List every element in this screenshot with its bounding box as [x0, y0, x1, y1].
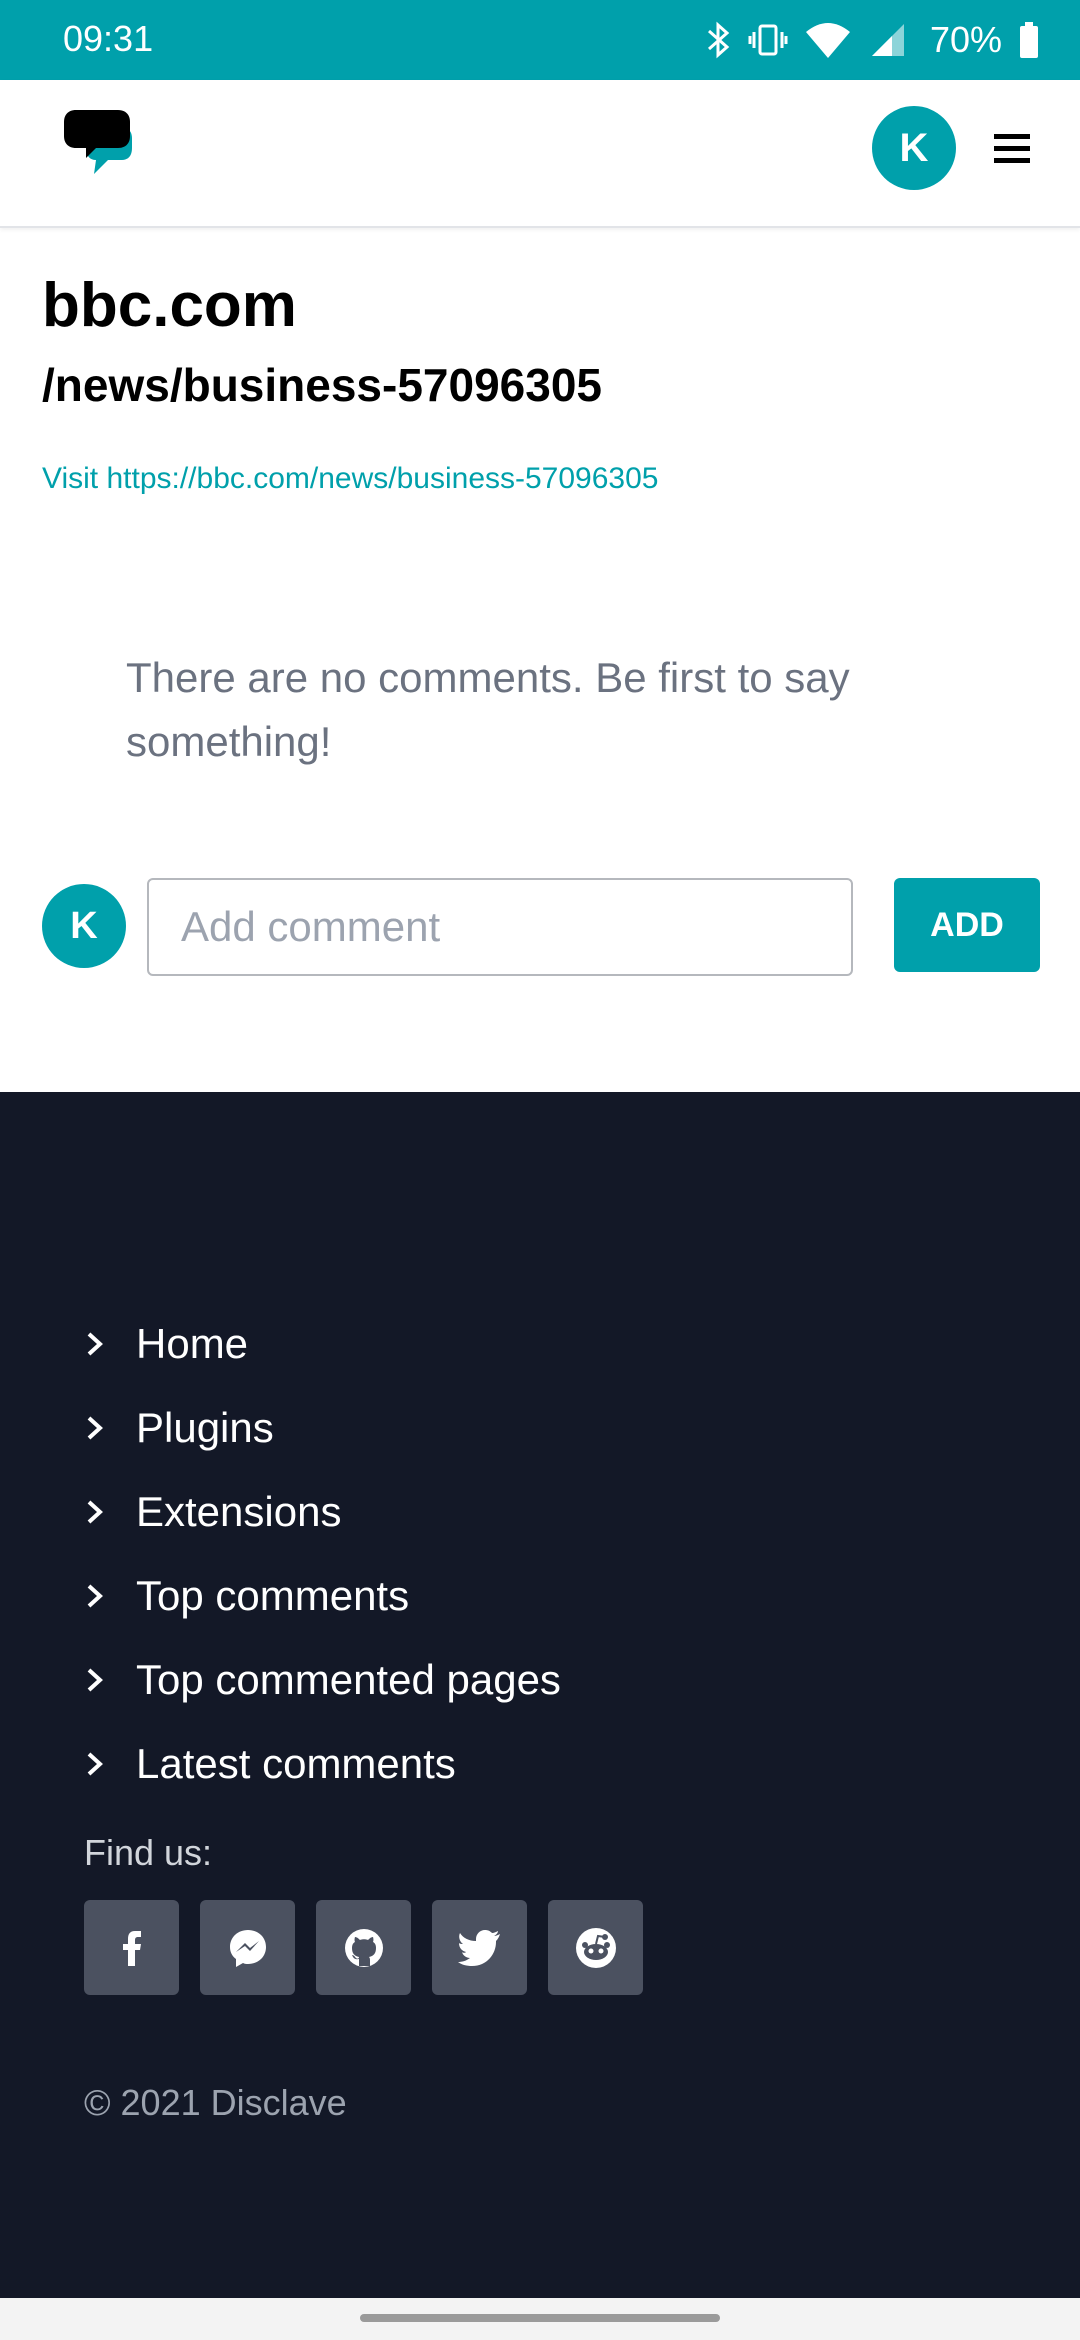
- footer-link-top-comments[interactable]: Top comments: [84, 1554, 561, 1638]
- reddit-button[interactable]: [548, 1900, 643, 1995]
- chevron-right-icon: [87, 1752, 103, 1776]
- wifi-icon: [805, 23, 850, 58]
- social-links: [84, 1900, 643, 1995]
- footer-link-label: Plugins: [136, 1404, 274, 1451]
- status-bar: 09:31 70%: [0, 0, 1080, 80]
- chevron-right-icon: [87, 1668, 103, 1692]
- twitter-icon: [457, 1929, 500, 1966]
- chevron-right-icon: [87, 1584, 103, 1608]
- chevron-right-icon: [87, 1500, 103, 1524]
- footer-link-home[interactable]: Home: [84, 1302, 561, 1386]
- footer-link-label: Extensions: [136, 1488, 342, 1535]
- visit-link[interactable]: Visit https://bbc.com/news/business-5709…: [42, 462, 658, 496]
- find-us-label: Find us:: [84, 1832, 213, 1873]
- footer-link-extensions[interactable]: Extensions: [84, 1470, 561, 1554]
- chevron-right-icon: [87, 1332, 103, 1356]
- footer-nav: Home Plugins Extensions Top comments Top…: [84, 1302, 561, 1806]
- vibrate-icon: [748, 24, 788, 56]
- cell-signal-icon: [871, 24, 904, 56]
- add-comment-button[interactable]: ADD: [894, 878, 1040, 972]
- comment-avatar: K: [42, 884, 126, 968]
- footer: Home Plugins Extensions Top comments Top…: [0, 1092, 1080, 2298]
- status-time: 09:31: [63, 18, 154, 59]
- footer-link-label: Latest comments: [136, 1740, 456, 1787]
- footer-link-plugins[interactable]: Plugins: [84, 1386, 561, 1470]
- chevron-right-icon: [87, 1416, 103, 1440]
- hamburger-menu-icon[interactable]: [992, 128, 1032, 168]
- footer-link-label: Home: [136, 1320, 249, 1367]
- footer-link-label: Top comments: [136, 1572, 410, 1619]
- messenger-icon: [229, 1929, 266, 1967]
- facebook-icon: [122, 1930, 141, 1966]
- page-path: /news/business-57096305: [42, 359, 602, 411]
- bluetooth-icon: [707, 21, 730, 59]
- facebook-button[interactable]: [84, 1900, 179, 1995]
- empty-comments-message: There are no comments. Be first to say s…: [126, 654, 850, 765]
- messenger-button[interactable]: [200, 1900, 295, 1995]
- copyright: © 2021 Disclave: [84, 2082, 347, 2123]
- app-header: K: [0, 80, 1080, 228]
- home-gesture-handle[interactable]: [360, 2314, 720, 2322]
- user-avatar[interactable]: K: [872, 106, 956, 190]
- footer-link-top-commented-pages[interactable]: Top commented pages: [84, 1638, 561, 1722]
- system-nav-bar: [0, 2298, 1080, 2340]
- github-button[interactable]: [316, 1900, 411, 1995]
- site-title: bbc.com: [42, 271, 297, 340]
- status-icons: 70%: [706, 16, 1040, 64]
- disclave-logo[interactable]: [56, 100, 156, 200]
- twitter-button[interactable]: [432, 1900, 527, 1995]
- add-comment-input[interactable]: [147, 878, 853, 976]
- battery-percentage: 70%: [929, 19, 1002, 60]
- footer-link-label: Top commented pages: [136, 1656, 561, 1703]
- github-icon: [344, 1928, 383, 1967]
- reddit-icon: [575, 1927, 616, 1968]
- battery-icon: [1020, 22, 1038, 58]
- footer-link-latest-comments[interactable]: Latest comments: [84, 1722, 561, 1806]
